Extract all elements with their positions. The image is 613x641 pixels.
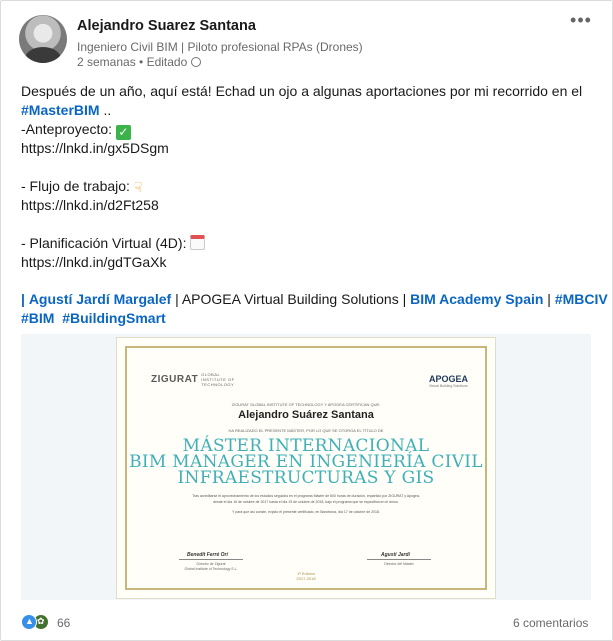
apogea-logo: APOGEA Virtual Building Solutions [429,374,468,388]
zigurat-wordmark: ZIGURAT [151,374,199,386]
title-line-3: INFRAESTRUCTURAS Y GIS [177,468,435,488]
post-meta: 2 semanas • Editado [77,55,201,69]
post-card: Alejandro Suarez Santana Ingeniero Civil… [0,0,613,641]
calendar-emoji-icon [190,235,206,250]
fine-print-1: Tras acreditarse el aprovechamiento de l… [192,494,420,498]
edition-label: 1ª Edición 2017-2018 [117,571,495,581]
reaction-count: 66 [57,616,71,630]
post-image[interactable]: ZIGURAT GLOBAL INSTITUTE OF TECHNOLOGY AP… [21,334,591,600]
fine-print-2: desde el día 16 de octubre de 2017 hasta… [213,500,399,504]
certificate: ZIGURAT GLOBAL INSTITUTE OF TECHNOLOGY AP… [117,338,495,598]
hashtag-bim[interactable]: #BIM [21,310,54,326]
more-options-icon[interactable]: ••• [569,11,593,34]
zigurat-subtitle: GLOBAL INSTITUTE OF TECHNOLOGY [201,372,235,387]
hashtag-mbciv[interactable]: #MBCIV [555,291,608,307]
fine-print-3: Y para que así conste, expido el present… [232,510,380,514]
item-anteproyecto-label: -Anteproyecto: [21,121,116,137]
item-flujo-trabajo: - Flujo de trabajo: ☟ [21,177,596,197]
post-text-line-1: Después de un año, aquí está! Echad un o… [21,82,596,101]
item-anteproyecto: -Anteproyecto: ✓ [21,120,596,140]
link-3[interactable]: https://lnkd.in/gdTGaXk [21,253,596,272]
link-2[interactable]: https://lnkd.in/d2Ft258 [21,196,596,215]
item-flujo-label: - Flujo de trabajo: [21,178,134,194]
post-intro: Después de un año, aquí está! Echad un o… [21,83,583,99]
item-planificacion-label: - Planificación Virtual (4D): [21,235,191,251]
avatar[interactable] [19,15,67,63]
globe-icon [190,57,201,67]
post-text-line-2: #MasterBIM .. [21,101,596,120]
hashtag-masterbim[interactable]: #MasterBIM [21,102,100,118]
avatar-figure [25,47,61,63]
mentions-line: | Agustí Jardí Margalef | APOGEA Virtual… [21,290,608,309]
ellipsis-text: .. [99,102,112,118]
certify-text: ZIGURAT GLOBAL INSTITUTE OF TECHNOLOGY Y… [231,402,381,407]
post-time: 2 semanas • Editado [77,55,188,69]
mention-separator: | [21,291,25,307]
mention-separator-2: | [543,291,555,307]
pointing-down-hand-icon: ☟ [133,179,143,195]
signature-line-1 [179,559,243,560]
bulb-glyph: ✿ [37,616,45,626]
author-headline: Ingeniero Civil BIM | Piloto profesional… [77,40,363,54]
link-1[interactable]: https://lnkd.in/gx5DSgm [21,139,596,158]
apogea-wordmark: APOGEA [429,374,469,384]
like-reaction-icon: ▲ [21,614,37,630]
zigurat-logo: ZIGURAT GLOBAL INSTITUTE OF TECHNOLOGY [151,372,245,387]
mention-apogea: | APOGEA Virtual Building Solutions | [171,291,411,307]
item-planificacion: - Planificación Virtual (4D): [21,234,596,253]
comments-count[interactable]: 6 comentarios [513,616,588,630]
signature-2: Agustí Jardí [381,552,410,558]
author-name[interactable]: Alejandro Suarez Santana [77,18,256,34]
apogea-subtitle: Virtual Building Solutions [429,384,468,388]
mention-bim-academy[interactable]: BIM Academy Spain [410,291,543,307]
certificate-name: Alejandro Suárez Santana [238,409,374,421]
signature-line-2 [367,559,431,560]
thumb-glyph: ▲ [25,616,34,626]
check-mark-emoji-icon: ✓ [115,125,131,140]
awarded-text: HA REALIZADO EL PRESENTE MÁSTER, POR LO … [228,428,384,433]
edition-years: 2017-2018 [296,576,316,581]
mention-agusti[interactable]: Agustí Jardí Margalef [29,291,171,307]
hashtags-line: #BIM #BuildingSmart [21,309,596,328]
signature-1: Benedit Ferré Orí [187,552,228,558]
signature-2-role: Director del Máster [384,562,414,566]
hashtag-buildingsmart[interactable]: #BuildingSmart [62,310,165,326]
